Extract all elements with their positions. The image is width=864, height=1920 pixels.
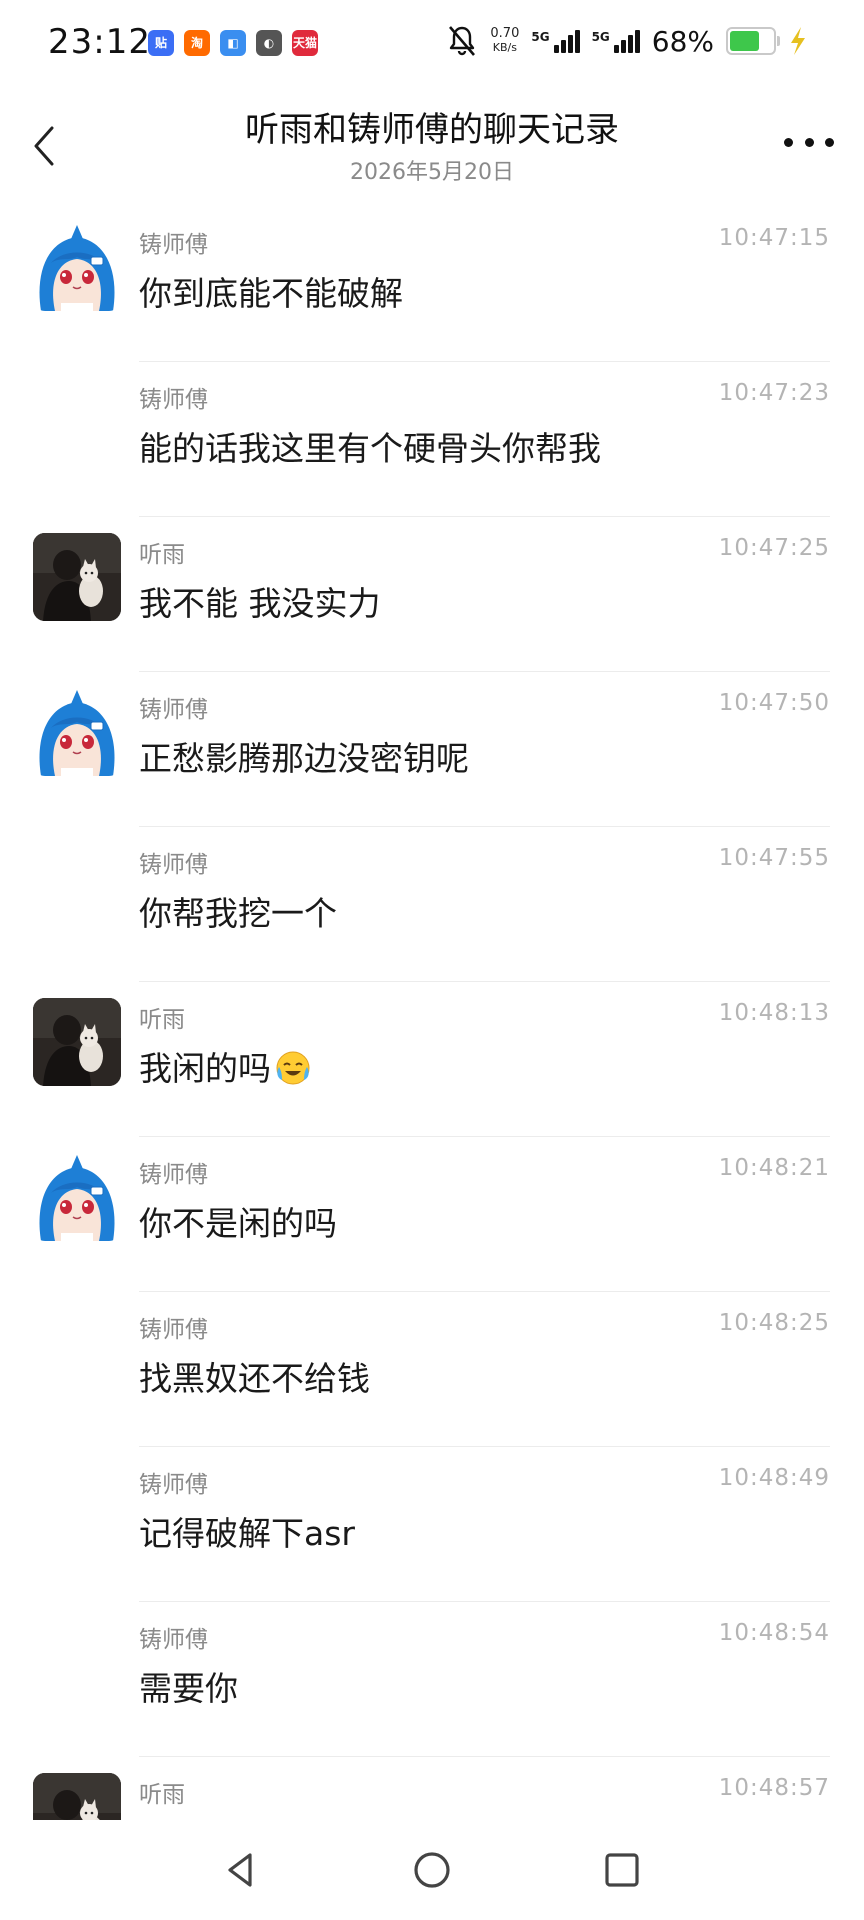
sender-avatar[interactable] (33, 688, 121, 776)
sender-name: 铸师傅 (139, 1317, 208, 1343)
chat-date: 2026年5月20日 (350, 160, 514, 185)
status-time: 23:12 (48, 22, 151, 62)
message-text-content: 正愁影腾那边没密钥呢 (139, 739, 469, 778)
nav-home-button[interactable] (410, 1848, 454, 1892)
more-dot-icon (804, 137, 814, 147)
status-bar: 23:12 贴 淘 ◧ ◐ 天猫 0.70 KB/s 5G 5G 68% (0, 0, 864, 92)
message-text: 你到底能不能破解 (139, 267, 403, 315)
sender-name: 铸师傅 (139, 1162, 208, 1188)
message-row[interactable]: 铸师傅 10:48:49 记得破解下asr (0, 1447, 864, 1602)
message-timestamp: 10:48:49 (718, 1465, 830, 1491)
sender-avatar[interactable] (33, 1153, 121, 1241)
message-text: 我不能 我没实力 (139, 577, 381, 625)
message-timestamp: 10:48:54 (718, 1620, 830, 1646)
message-text-content: 我闲的吗 (139, 1049, 271, 1088)
message-timestamp: 10:47:50 (718, 690, 830, 716)
system-navigation-bar (0, 1820, 864, 1920)
sender-name: 铸师傅 (139, 1472, 208, 1498)
message-list[interactable]: 铸师傅 10:47:15 你到底能不能破解 铸师傅 10:47:23 能的话我这里有个硬骨… (0, 207, 864, 1820)
sender-avatar[interactable] (33, 533, 121, 621)
message-text-content: 需要你 (139, 1669, 238, 1708)
message-text: 我闲的吗 (139, 1042, 311, 1090)
message-app-icon: ◧ (220, 30, 246, 56)
message-text-content: 记得破解下asr (139, 1514, 355, 1553)
message-text: 记得破解下asr (139, 1507, 355, 1555)
message-row[interactable]: 铸师傅 10:48:54 需要你 (0, 1602, 864, 1757)
message-text-content: 能的话我这里有个硬骨头你帮我 (139, 429, 601, 468)
message-timestamp: 10:47:15 (718, 225, 830, 251)
tmall-app-icon: 天猫 (292, 30, 318, 56)
sender-avatar[interactable] (33, 1773, 121, 1820)
chat-header: 听雨和铸师傅的聊天记录 2026年5月20日 (0, 92, 864, 202)
charging-bolt-icon (791, 27, 805, 55)
message-row[interactable]: 铸师傅 10:48:21 你不是闲的吗 (0, 1137, 864, 1292)
message-row[interactable]: 铸师傅 10:47:55 你帮我挖一个 (0, 827, 864, 982)
message-timestamp: 10:48:57 (718, 1775, 830, 1801)
more-dot-icon (784, 137, 793, 147)
message-timestamp: 10:48:13 (718, 1000, 830, 1026)
message-timestamp: 10:48:25 (718, 1310, 830, 1336)
sim2-network-type: 5G (591, 29, 610, 44)
network-speed: 0.70 KB/s (490, 27, 519, 55)
sim1-network-type: 5G (531, 29, 550, 44)
message-row[interactable]: 听雨 10:48:57 (0, 1757, 864, 1820)
message-timestamp: 10:47:25 (718, 535, 830, 561)
sender-name: 听雨 (139, 1782, 185, 1808)
message-row[interactable]: 听雨 10:47:25 我不能 我没实力 (0, 517, 864, 672)
battery-percent: 68% (651, 24, 714, 58)
message-timestamp: 10:47:55 (718, 845, 830, 871)
sender-name: 铸师傅 (139, 1627, 208, 1653)
message-text-content: 我不能 我没实力 (139, 584, 381, 623)
battery-icon (726, 27, 780, 55)
message-text: 你不是闲的吗 (139, 1197, 337, 1245)
sender-name: 铸师傅 (139, 387, 208, 413)
sender-name: 铸师傅 (139, 232, 208, 258)
sender-name: 铸师傅 (139, 697, 208, 723)
message-text-content: 找黑奴还不给钱 (139, 1359, 370, 1398)
more-options-button[interactable] (784, 132, 834, 152)
message-timestamp: 10:48:21 (718, 1155, 830, 1181)
sender-avatar[interactable] (33, 998, 121, 1086)
message-row[interactable]: 听雨 10:48:13 我闲的吗 (0, 982, 864, 1137)
sim2-signal-icon: 5G (591, 29, 640, 53)
circle-home-icon (414, 1852, 450, 1888)
page-title: 听雨和铸师傅的聊天记录 (245, 110, 619, 150)
sender-avatar[interactable] (33, 223, 121, 311)
message-text: 正愁影腾那边没密钥呢 (139, 732, 469, 780)
nav-recents-button[interactable] (600, 1848, 644, 1892)
message-text: 需要你 (139, 1662, 238, 1710)
square-recents-icon (605, 1853, 639, 1887)
notification-app-icons: 贴 淘 ◧ ◐ 天猫 (148, 30, 318, 56)
message-row[interactable]: 铸师傅 10:47:23 能的话我这里有个硬骨头你帮我 (0, 362, 864, 517)
nav-back-button[interactable] (220, 1848, 264, 1892)
sender-name: 听雨 (139, 542, 185, 568)
message-text-content: 你帮我挖一个 (139, 894, 337, 933)
mute-bell-icon (449, 26, 476, 56)
message-text-content: 你不是闲的吗 (139, 1204, 337, 1243)
message-row[interactable]: 铸师傅 10:47:50 正愁影腾那边没密钥呢 (0, 672, 864, 827)
sim1-signal-icon: 5G (531, 29, 580, 53)
laughing-crying-emoji (276, 1051, 310, 1085)
taobao-app-icon: 淘 (184, 30, 210, 56)
message-text-content: 你到底能不能破解 (139, 274, 403, 313)
sender-name: 铸师傅 (139, 852, 208, 878)
message-row[interactable]: 铸师傅 10:48:25 找黑奴还不给钱 (0, 1292, 864, 1447)
message-text: 你帮我挖一个 (139, 887, 337, 935)
message-text: 能的话我这里有个硬骨头你帮我 (139, 422, 601, 470)
network-speed-unit: KB/s (492, 41, 517, 54)
network-speed-value: 0.70 (490, 26, 520, 41)
app-icon: ◐ (256, 30, 282, 56)
triangle-back-icon (228, 1853, 252, 1887)
message-row[interactable]: 铸师傅 10:47:15 你到底能不能破解 (0, 207, 864, 362)
more-dot-icon (825, 137, 834, 147)
message-text: 找黑奴还不给钱 (139, 1352, 370, 1400)
status-indicators: 0.70 KB/s 5G 5G 68% (446, 24, 808, 58)
tieba-app-icon: 贴 (148, 30, 174, 56)
message-timestamp: 10:47:23 (718, 380, 830, 406)
sender-name: 听雨 (139, 1007, 185, 1033)
